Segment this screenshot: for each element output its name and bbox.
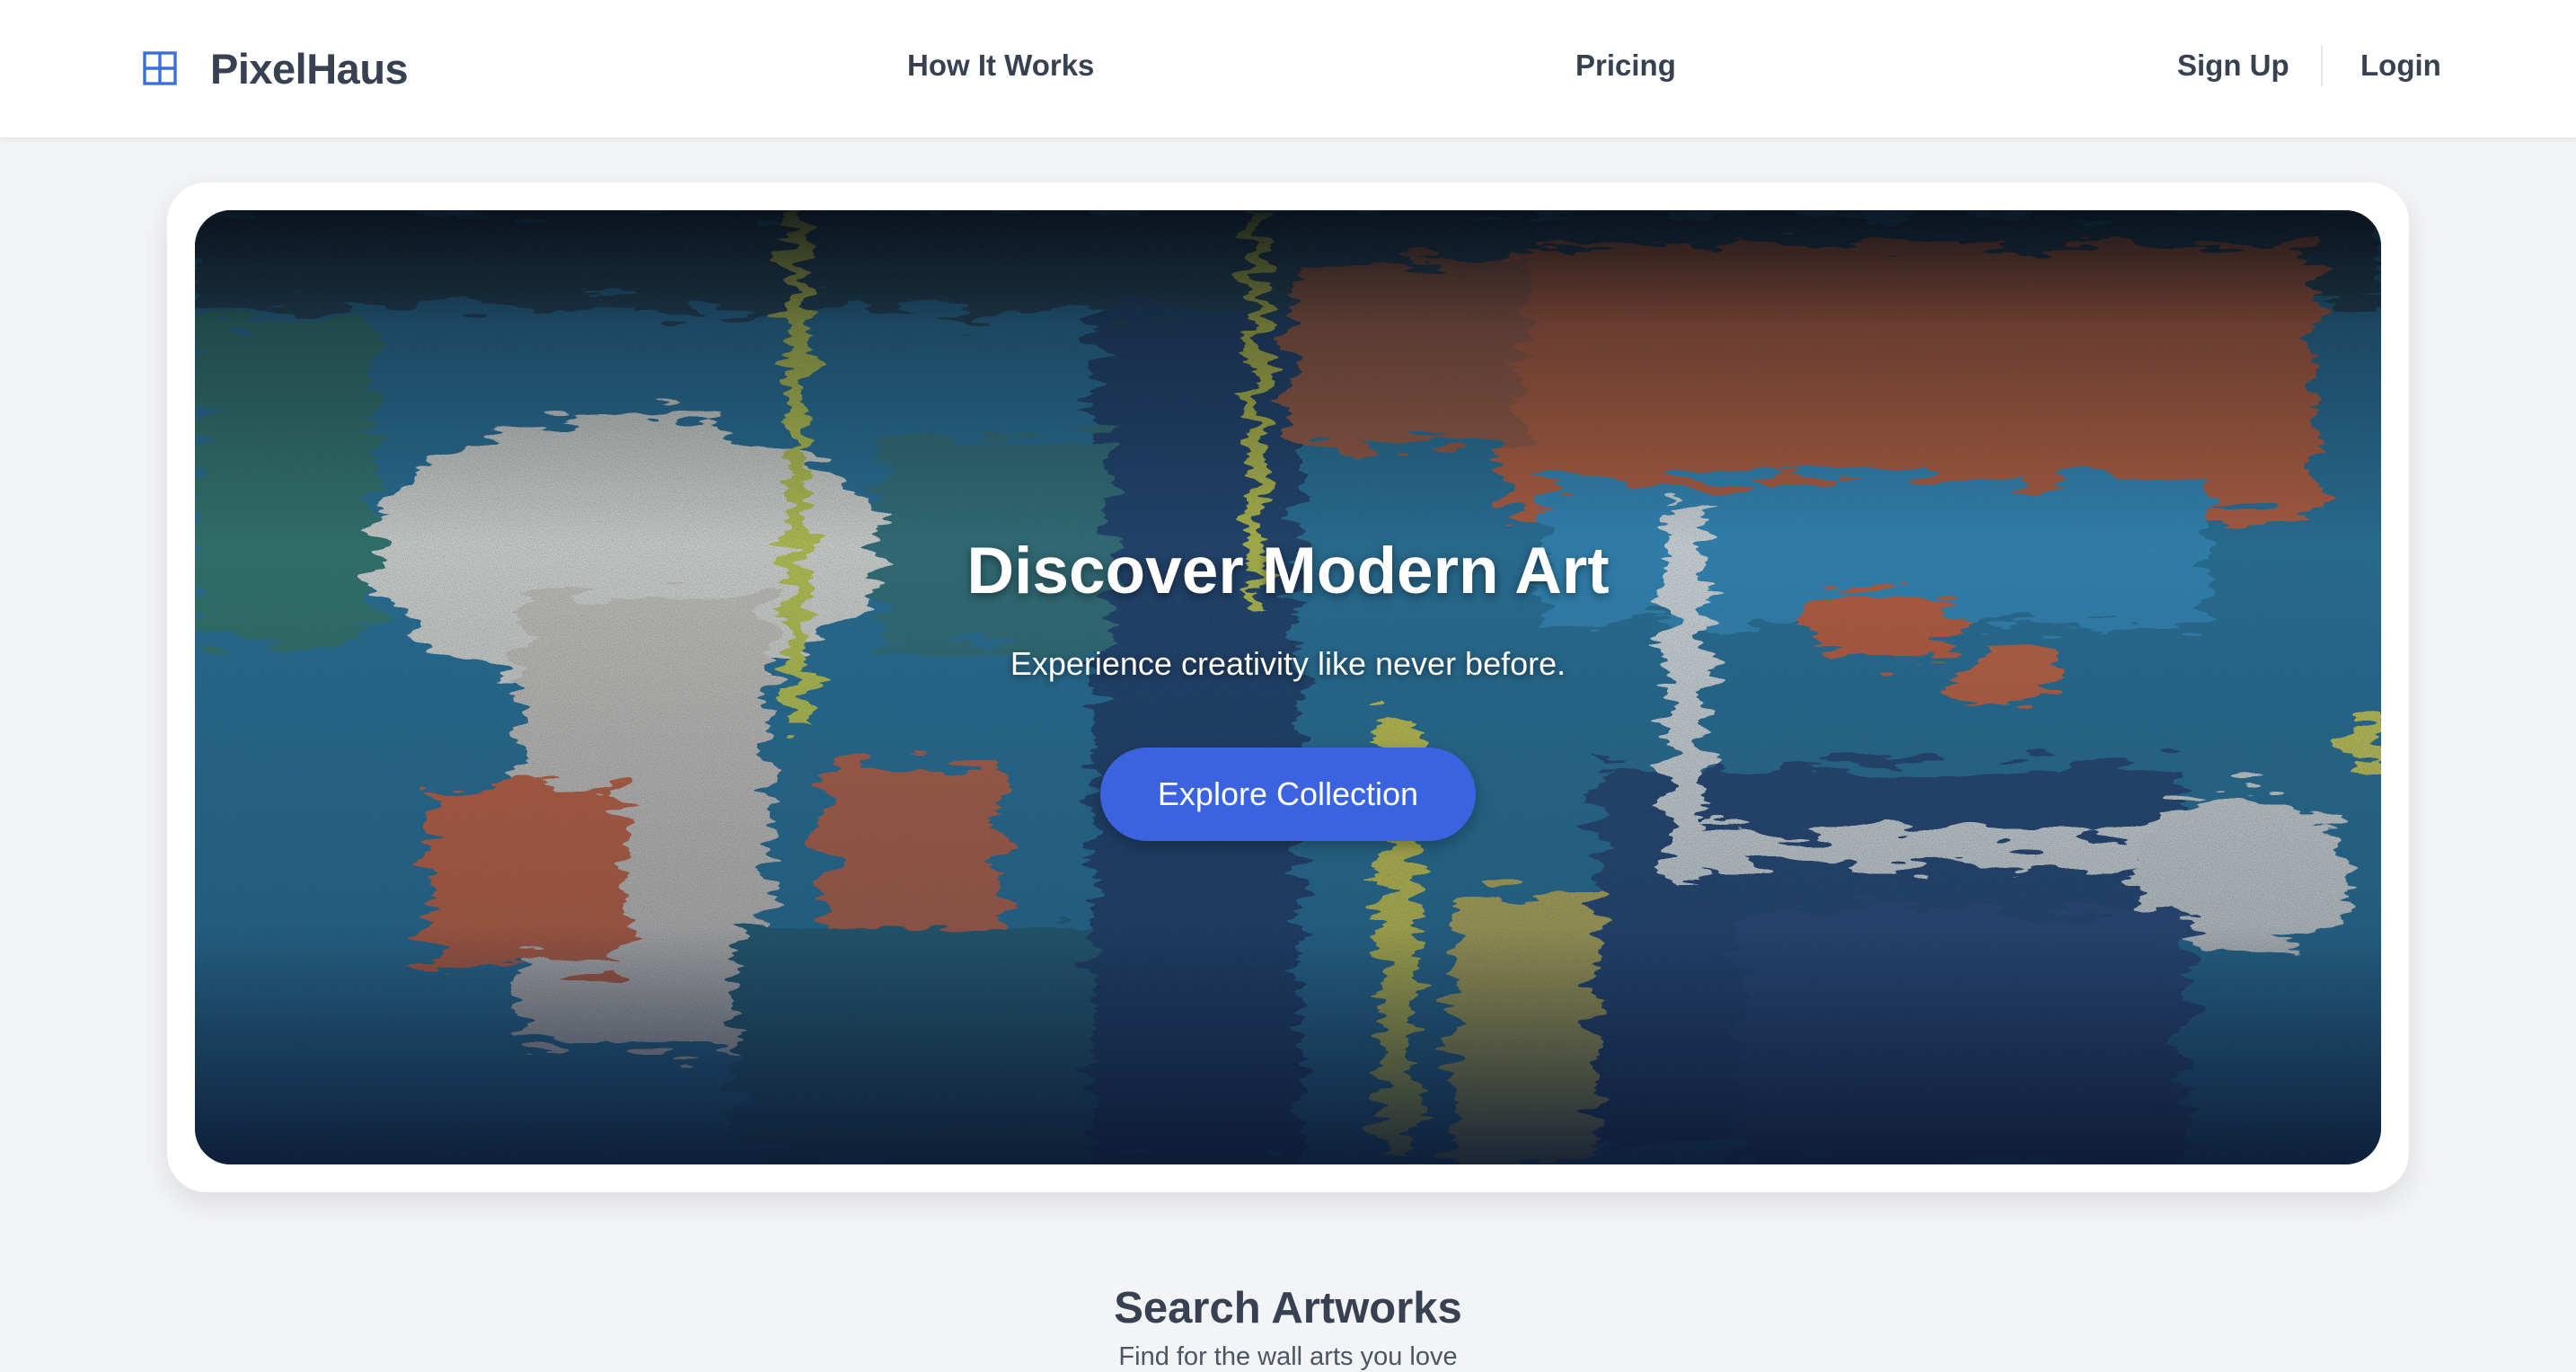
- nav-link-pricing[interactable]: Pricing: [1575, 49, 1676, 83]
- search-section-subtitle: Find for the wall arts you love: [1118, 1342, 1458, 1371]
- grid-icon: [143, 51, 177, 85]
- nav-divider: [2321, 45, 2323, 86]
- nav-link-how-it-works[interactable]: How It Works: [907, 49, 1094, 83]
- hero-card: Discover Modern Art Experience creativit…: [167, 182, 2409, 1192]
- hero-banner: Discover Modern Art Experience creativit…: [195, 210, 2381, 1164]
- search-section-title: Search Artworks: [1114, 1284, 1462, 1332]
- brand-logo-link[interactable]: PixelHaus: [142, 43, 409, 93]
- hero-subtitle: Experience creativity like never before.: [1010, 645, 1566, 682]
- nav-link-sign-up[interactable]: Sign Up: [2177, 49, 2289, 83]
- top-navbar: PixelHaus How It Works Pricing Sign Up L…: [0, 0, 2576, 137]
- brand-name: PixelHaus: [210, 44, 409, 93]
- abstract-painting-image: [195, 210, 2381, 1164]
- explore-collection-button[interactable]: Explore Collection: [1100, 748, 1476, 841]
- nav-link-login[interactable]: Login: [2360, 49, 2441, 83]
- hero-title: Discover Modern Art: [966, 535, 1610, 607]
